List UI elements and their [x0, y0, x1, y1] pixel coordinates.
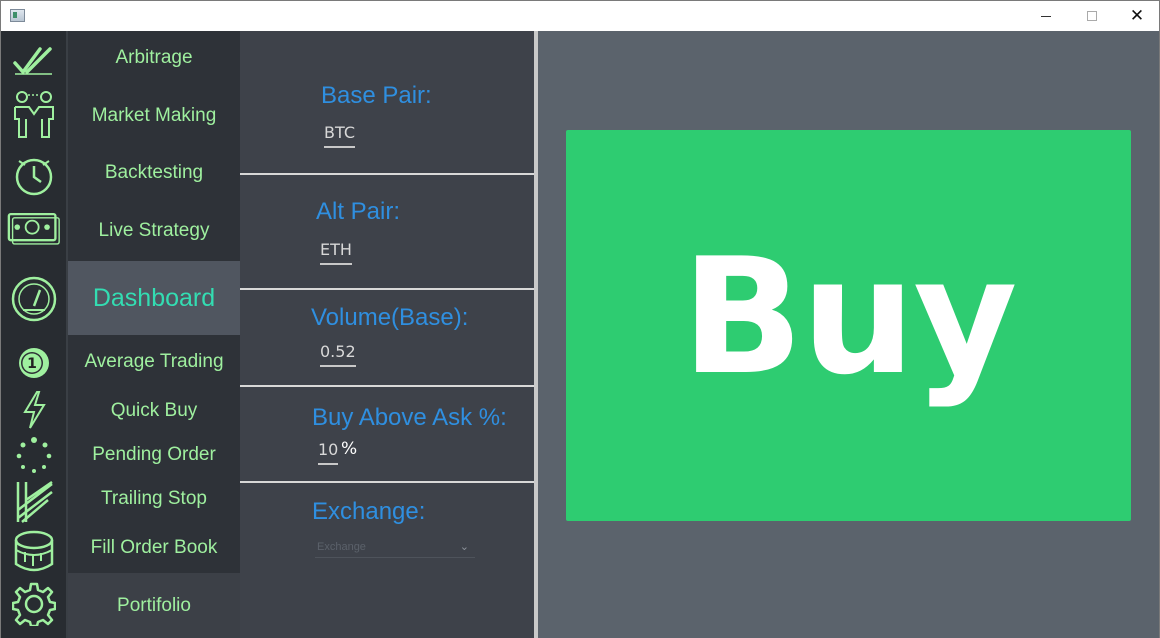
- trailing-lines-icon[interactable]: [7, 480, 61, 524]
- buy-above-ask-label: Buy Above Ask %:: [312, 404, 507, 431]
- menu-item-fill-order-book[interactable]: Fill Order Book: [68, 537, 240, 563]
- menu-item-arbitrage[interactable]: Arbitrage: [68, 47, 240, 73]
- menu-item-dashboard[interactable]: Dashboard: [68, 261, 240, 335]
- divider: [240, 288, 534, 290]
- menu-item-average-trading[interactable]: Average Trading: [68, 351, 240, 377]
- divider: [240, 481, 534, 483]
- maximize-icon: [1087, 11, 1097, 21]
- percent-sign: %: [341, 439, 358, 459]
- volume-input[interactable]: 0.52: [320, 342, 356, 367]
- menu-item-pending-order[interactable]: Pending Order: [68, 444, 240, 470]
- speedometer-icon[interactable]: [7, 276, 61, 322]
- icon-sidebar: 1: [1, 31, 68, 638]
- money-icon[interactable]: [7, 207, 61, 251]
- clock-icon[interactable]: [7, 155, 61, 197]
- volume-label: Volume(Base):: [311, 304, 469, 331]
- app-window: ✕ 1 Arbitrage Market Making Backtesting …: [0, 0, 1160, 638]
- divider: [240, 173, 534, 175]
- chevron-down-icon: ⌄: [459, 541, 469, 553]
- minimize-icon: [1041, 15, 1051, 17]
- menu-item-trailing-stop[interactable]: Trailing Stop: [68, 488, 240, 514]
- strategy-menu: Arbitrage Market Making Backtesting Live…: [68, 31, 240, 638]
- base-pair-label: Base Pair:: [321, 82, 432, 109]
- double-check-icon[interactable]: [7, 43, 61, 79]
- buy-button[interactable]: Buy: [566, 130, 1131, 521]
- client-area: 1 Arbitrage Market Making Backtesting Li…: [1, 31, 1159, 638]
- menu-item-market-making[interactable]: Market Making: [68, 105, 240, 131]
- close-icon: ✕: [1129, 5, 1145, 26]
- quick-buy-form: Base Pair: BTC Alt Pair: ETH Volume(Base…: [240, 31, 534, 638]
- menu-item-live-strategy[interactable]: Live Strategy: [68, 220, 240, 246]
- close-button[interactable]: ✕: [1114, 1, 1160, 31]
- handshake-icon[interactable]: [7, 88, 61, 140]
- gear-icon[interactable]: [7, 582, 61, 626]
- menu-item-portfolio[interactable]: Portifolio: [68, 573, 240, 638]
- maximize-button[interactable]: [1069, 1, 1115, 31]
- menu-item-backtesting[interactable]: Backtesting: [68, 162, 240, 188]
- app-icon: [10, 9, 25, 22]
- menu-item-quick-buy[interactable]: Quick Buy: [68, 400, 240, 426]
- minimize-button[interactable]: [1023, 1, 1069, 31]
- title-bar: ✕: [1, 1, 1159, 31]
- buy-above-ask-input[interactable]: 10: [318, 440, 339, 465]
- lightning-icon[interactable]: [7, 390, 61, 430]
- svg-text:1: 1: [27, 356, 37, 372]
- divider: [240, 385, 534, 387]
- paint-bucket-icon[interactable]: [7, 528, 61, 574]
- main-panel: Buy: [538, 31, 1159, 638]
- loading-dots-icon[interactable]: [7, 435, 61, 475]
- number-one-icon[interactable]: 1: [7, 346, 61, 380]
- alt-pair-label: Alt Pair:: [316, 198, 401, 225]
- exchange-label: Exchange:: [312, 498, 426, 525]
- base-pair-input[interactable]: BTC: [324, 123, 355, 148]
- exchange-select-value: Exchange: [317, 541, 366, 553]
- exchange-select[interactable]: Exchange ⌄: [315, 536, 475, 558]
- alt-pair-input[interactable]: ETH: [320, 240, 352, 265]
